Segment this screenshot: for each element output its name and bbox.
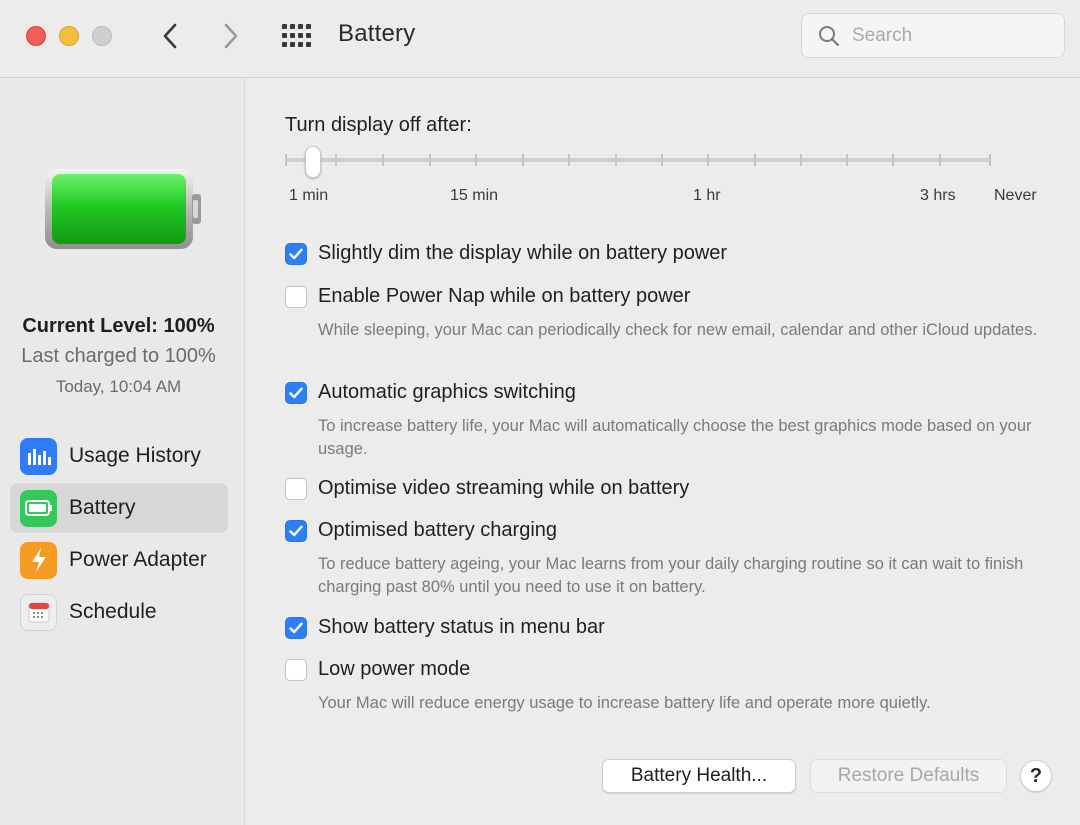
option-label: Enable Power Nap while on battery power [318, 285, 691, 307]
help-button[interactable]: ? [1020, 760, 1052, 792]
close-window-button[interactable] [26, 26, 46, 46]
chevron-right-icon [224, 23, 238, 49]
show-all-button[interactable] [280, 22, 314, 50]
slider-knob[interactable] [305, 146, 321, 178]
window-title: Battery [338, 20, 416, 47]
option-label: Slightly dim the display while on batter… [318, 242, 728, 264]
power-nap-checkbox[interactable] [285, 286, 307, 308]
slider-tick [335, 154, 337, 166]
battery-icon [20, 489, 57, 527]
search-icon [819, 26, 840, 47]
dim-display-checkbox[interactable] [285, 243, 307, 265]
sidebar-item-battery[interactable]: Battery [10, 483, 228, 533]
slider-label-15-min: 15 min [450, 187, 499, 204]
option-description: While sleeping, your Mac can periodicall… [318, 321, 1038, 339]
last-charged-text: Last charged to 100% [21, 345, 216, 367]
video-streaming-checkbox[interactable] [285, 478, 307, 500]
slider-label-1-min: 1 min [289, 187, 329, 204]
sidebar-item-label: Power Adapter [69, 548, 207, 571]
option-description: Your Mac will reduce energy usage to inc… [318, 694, 931, 712]
slider-tick [939, 154, 941, 166]
option-label: Low power mode [318, 658, 471, 680]
display-off-slider[interactable] [285, 146, 995, 181]
grid-icon [282, 24, 311, 47]
chevron-left-icon [163, 23, 177, 49]
forward-button[interactable] [214, 20, 248, 52]
battery-health-button[interactable]: Battery Health... [602, 759, 796, 793]
slider-track [285, 158, 991, 162]
back-button[interactable] [153, 20, 187, 52]
title-bar: Battery [0, 0, 1080, 78]
slider-tick [568, 154, 570, 166]
option-label: Optimise video streaming while on batter… [318, 477, 690, 499]
sidebar-item-schedule[interactable]: Schedule [10, 587, 228, 637]
option-label: Optimised battery charging [318, 519, 558, 541]
slider-label-1-hr: 1 hr [693, 187, 721, 204]
low-power-mode-checkbox[interactable] [285, 659, 307, 681]
battery-level-graphic [45, 169, 201, 249]
option-label: Automatic graphics switching [318, 381, 576, 403]
option-label: Show battery status in menu bar [318, 616, 605, 638]
calendar-icon [20, 593, 57, 631]
slider-label-3-hrs: 3 hrs [920, 187, 956, 204]
lightning-bolt-icon [20, 541, 57, 579]
sidebar-item-label: Usage History [69, 444, 201, 467]
slider-tick [429, 154, 431, 166]
checkmark-icon [289, 387, 303, 399]
option-description: To reduce battery ageing, your Mac learn… [318, 555, 1024, 596]
checkmark-icon [289, 622, 303, 634]
bar-chart-icon [20, 437, 57, 475]
sidebar: Current Level: 100% Last charged to 100%… [0, 79, 245, 825]
slider-tick [661, 154, 663, 166]
slider-label-never: Never [994, 187, 1037, 204]
search-input[interactable] [852, 23, 1052, 49]
slider-tick [522, 154, 524, 166]
option-description: To increase battery life, your Mac will … [318, 417, 1032, 458]
checkmark-icon [289, 248, 303, 260]
sidebar-item-power-adapter[interactable]: Power Adapter [10, 535, 228, 585]
battery-fill [52, 174, 186, 244]
slider-tick [989, 154, 991, 166]
slider-tick [800, 154, 802, 166]
slider-tick [615, 154, 617, 166]
slider-tick [707, 154, 709, 166]
slider-tick [475, 154, 477, 166]
minimize-window-button[interactable] [59, 26, 79, 46]
graphics-switching-checkbox[interactable] [285, 382, 307, 404]
restore-defaults-button[interactable]: Restore Defaults [810, 759, 1007, 793]
battery-settings-panel: Turn display off after: 1 min 15 min 1 h… [246, 79, 1080, 825]
checkmark-icon [289, 525, 303, 537]
zoom-window-button[interactable] [92, 26, 112, 46]
sidebar-item-usage-history[interactable]: Usage History [10, 431, 228, 481]
slider-tick [846, 154, 848, 166]
search-field[interactable] [801, 13, 1065, 58]
sidebar-item-label: Schedule [69, 600, 157, 623]
slider-tick [285, 154, 287, 166]
last-charged-time: Today, 10:04 AM [55, 377, 182, 396]
slider-tick [382, 154, 384, 166]
current-level-text: Current Level: 100% [22, 315, 215, 337]
optimised-charging-checkbox[interactable] [285, 520, 307, 542]
sidebar-item-label: Battery [69, 496, 136, 519]
slider-tick [754, 154, 756, 166]
slider-tick [892, 154, 894, 166]
battery-status-checkbox[interactable] [285, 617, 307, 639]
display-off-slider-title: Turn display off after: [285, 114, 472, 136]
